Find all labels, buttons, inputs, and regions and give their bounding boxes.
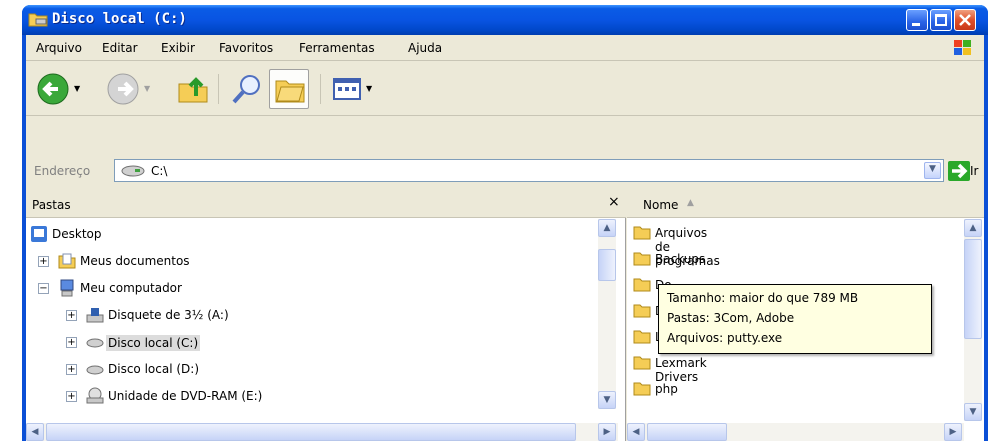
hard-drive-icon — [86, 338, 104, 348]
folder-icon — [633, 226, 651, 240]
scroll-thumb[interactable] — [647, 423, 727, 441]
close-button[interactable] — [954, 9, 976, 31]
list-item-label: php — [655, 382, 678, 396]
views-dropdown-icon[interactable]: ▼ — [366, 84, 372, 93]
scroll-left-icon[interactable]: ◀ — [627, 423, 645, 441]
up-folder-icon[interactable] — [176, 72, 210, 106]
drive-folder-icon — [28, 13, 48, 27]
drive-icon — [121, 165, 145, 177]
tooltip-files: Arquivos: putty.exe — [667, 331, 783, 345]
folders-horizontal-scrollbar[interactable]: ◀ ▶ — [26, 423, 618, 441]
back-icon[interactable] — [36, 72, 70, 106]
expand-toggle[interactable]: + — [38, 256, 49, 267]
expand-toggle[interactable]: + — [66, 310, 77, 321]
desktop-icon — [31, 226, 47, 242]
folder-icon — [633, 304, 651, 318]
scroll-thumb[interactable] — [964, 239, 982, 339]
expand-toggle[interactable]: + — [66, 337, 77, 348]
scroll-right-icon[interactable]: ▶ — [944, 423, 962, 441]
folder-info-tooltip: Tamanho: maior do que 789 MB Pastas: 3Co… — [658, 284, 932, 354]
tree-label: Meu computador — [80, 281, 182, 295]
list-item-label: Backups — [655, 252, 706, 266]
dvd-drive-icon — [86, 387, 104, 404]
file-list-header: Nome ▲ — [627, 190, 984, 218]
address-input[interactable]: C:\ ▼ — [114, 159, 944, 182]
tree-label-selected: Disco local (C:) — [106, 335, 201, 351]
toolbar-separator — [320, 74, 321, 104]
tree-label: Meus documentos — [80, 254, 190, 268]
maximize-icon — [935, 14, 947, 26]
tree-label: Unidade de DVD-RAM (E:) — [108, 389, 263, 403]
scroll-right-icon[interactable]: ▶ — [598, 423, 616, 441]
scroll-up-icon[interactable]: ▲ — [598, 219, 616, 237]
folder-icon — [633, 330, 651, 344]
menu-editar[interactable]: Editar — [102, 41, 138, 55]
minimize-button[interactable] — [906, 9, 928, 31]
forward-dropdown-icon[interactable]: ▼ — [144, 84, 150, 93]
address-dropdown-button[interactable]: ▼ — [924, 162, 941, 179]
folder-icon — [633, 252, 651, 266]
go-button[interactable] — [948, 161, 970, 181]
menu-arquivo[interactable]: Arquivo — [36, 41, 82, 55]
files-vertical-scrollbar[interactable]: ▲ ▼ — [964, 219, 982, 421]
go-label[interactable]: Ir — [970, 164, 978, 178]
views-icon[interactable] — [330, 72, 364, 106]
folders-vertical-scrollbar[interactable]: ▲ ▼ — [598, 219, 616, 409]
title-bar[interactable]: Disco local (C:) — [22, 5, 988, 35]
floppy-drive-icon — [86, 308, 104, 323]
forward-icon[interactable] — [106, 72, 140, 106]
folder-icon — [633, 382, 651, 396]
folders-pane: Pastas × Desktop + Meus documentos − Meu… — [26, 190, 626, 441]
documents-folder-icon — [58, 253, 76, 269]
explorer-window: Disco local (C:) Arquivo Editar Exibir F… — [22, 5, 988, 441]
folders-pane-title: Pastas — [32, 198, 71, 212]
menu-bar: Arquivo Editar Exibir Favoritos Ferramen… — [26, 35, 984, 61]
scroll-thumb[interactable] — [598, 249, 616, 281]
folders-icon — [275, 80, 305, 103]
menu-favoritos[interactable]: Favoritos — [219, 41, 273, 55]
scroll-down-icon[interactable]: ▼ — [598, 391, 616, 409]
address-label: Endereço — [34, 164, 91, 178]
minimize-icon — [912, 23, 920, 26]
back-dropdown-icon[interactable]: ▼ — [74, 84, 80, 93]
menu-ajuda[interactable]: Ajuda — [408, 41, 442, 55]
tree-label: Disco local (D:) — [108, 362, 200, 376]
scroll-thumb[interactable] — [46, 423, 576, 441]
hard-drive-icon — [86, 365, 104, 375]
search-icon[interactable] — [230, 72, 264, 106]
chevron-down-icon: ▼ — [929, 164, 936, 174]
maximize-button[interactable] — [930, 9, 952, 31]
collapse-toggle[interactable]: − — [38, 283, 49, 294]
window-title: Disco local (C:) — [52, 11, 187, 27]
menu-exibir[interactable]: Exibir — [161, 41, 195, 55]
folders-pane-header: Pastas × — [26, 190, 626, 218]
menu-ferramentas[interactable]: Ferramentas — [299, 41, 375, 55]
tree-label: Desktop — [52, 227, 102, 241]
scroll-up-icon[interactable]: ▲ — [964, 219, 982, 237]
scroll-left-icon[interactable]: ◀ — [26, 423, 44, 441]
windows-logo-icon — [954, 40, 971, 55]
address-value: C:\ — [151, 164, 168, 178]
toolbar-separator — [218, 74, 219, 104]
expand-toggle[interactable]: + — [66, 364, 77, 375]
scroll-down-icon[interactable]: ▼ — [964, 403, 982, 421]
tree-label: Disquete de 3½ (A:) — [108, 308, 229, 322]
folder-icon — [633, 278, 651, 292]
tooltip-size: Tamanho: maior do que 789 MB — [667, 291, 859, 305]
folder-icon — [633, 356, 651, 370]
tooltip-folders: Pastas: 3Com, Adobe — [667, 311, 795, 325]
column-header-nome[interactable]: Nome — [643, 198, 678, 212]
files-horizontal-scrollbar[interactable]: ◀ ▶ — [627, 423, 964, 441]
close-pane-icon[interactable]: × — [608, 194, 620, 210]
close-icon — [959, 14, 971, 26]
expand-toggle[interactable]: + — [66, 391, 77, 402]
folders-button[interactable] — [269, 69, 309, 109]
address-bar: Endereço C:\ ▼ Ir — [26, 155, 984, 187]
sort-ascending-icon: ▲ — [687, 198, 694, 208]
computer-icon — [60, 279, 74, 297]
list-item-label: Lexmark Drivers — [655, 356, 707, 384]
go-arrow-icon — [952, 163, 968, 179]
toolbar: ▼ ▼ ▼ — [26, 62, 984, 116]
window-body: Arquivo Editar Exibir Favoritos Ferramen… — [26, 35, 984, 441]
